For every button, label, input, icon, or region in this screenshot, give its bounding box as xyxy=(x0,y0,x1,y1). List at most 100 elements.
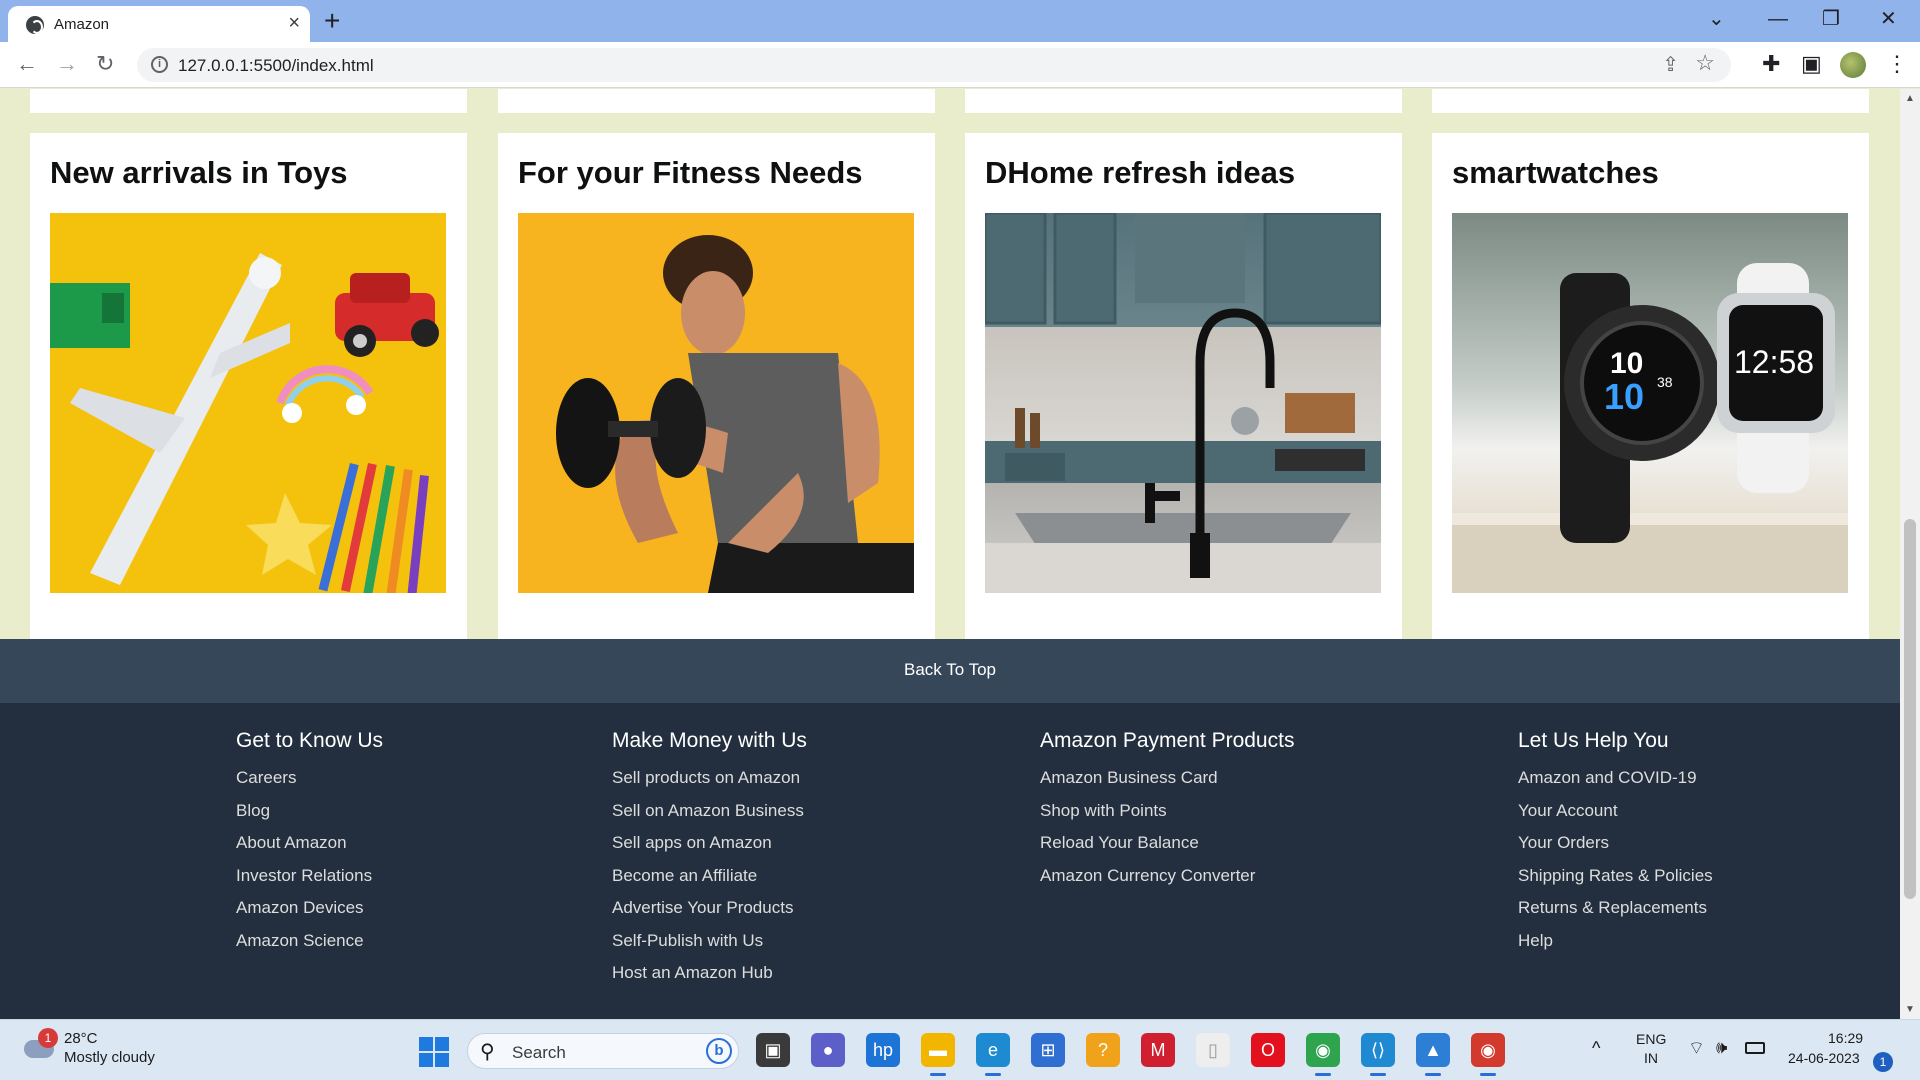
address-bar[interactable]: i 127.0.0.1:5500/index.html ⇪ ☆ xyxy=(137,48,1731,82)
taskbar-search-box[interactable]: ⚲ Search b xyxy=(467,1033,739,1069)
myhp-icon[interactable]: hp xyxy=(866,1033,900,1067)
previous-card-bottom xyxy=(30,89,467,113)
language-bottom[interactable]: IN xyxy=(1644,1050,1658,1066)
browser-menu-icon[interactable]: ⋮ xyxy=(1886,51,1908,77)
footer-column-payment-products: Amazon Payment Products Amazon Business … xyxy=(1040,729,1294,892)
footer-heading: Make Money with Us xyxy=(612,729,807,752)
browser-tab[interactable]: Amazon × xyxy=(8,6,310,42)
windows-start-icon[interactable] xyxy=(419,1037,449,1067)
product-card-toys[interactable]: New arrivals in Toys xyxy=(30,133,467,639)
card-title: For your Fitness Needs xyxy=(518,155,863,190)
opera-icon[interactable]: O xyxy=(1251,1033,1285,1067)
close-window-button[interactable]: ✕ xyxy=(1880,6,1897,32)
share-icon[interactable]: ⇪ xyxy=(1662,52,1679,77)
tab-title: Amazon xyxy=(54,16,110,33)
product-card-home[interactable]: DHome refresh ideas xyxy=(965,133,1402,639)
footer-link-your-account[interactable]: Your Account xyxy=(1518,795,1713,828)
site-info-icon[interactable]: i xyxy=(151,56,168,73)
toys-image[interactable] xyxy=(50,213,446,593)
footer-link-help[interactable]: Help xyxy=(1518,925,1713,958)
forward-arrow-icon[interactable]: → xyxy=(56,51,78,77)
weather-temperature: 28°C xyxy=(64,1030,98,1047)
new-tab-button[interactable]: + xyxy=(324,6,340,36)
footer-link-self-publish[interactable]: Self-Publish with Us xyxy=(612,925,807,958)
footer-link-investor-relations[interactable]: Investor Relations xyxy=(236,860,383,893)
footer-link-advertise[interactable]: Advertise Your Products xyxy=(612,892,807,925)
tab-close-button[interactable]: × xyxy=(288,12,300,34)
blank-file-icon[interactable]: ▯ xyxy=(1196,1033,1230,1067)
teams-icon[interactable]: ● xyxy=(811,1033,845,1067)
scroll-down-arrow-icon[interactable]: ▼ xyxy=(1905,1004,1915,1015)
footer-link-currency-converter[interactable]: Amazon Currency Converter xyxy=(1040,860,1294,893)
footer-link-amazon-devices[interactable]: Amazon Devices xyxy=(236,892,383,925)
footer-link-business-card[interactable]: Amazon Business Card xyxy=(1040,762,1294,795)
edge-icon[interactable]: e xyxy=(976,1033,1010,1076)
footer-link-about-amazon[interactable]: About Amazon xyxy=(236,827,383,860)
tab-search-chevron-icon[interactable]: ⌄ xyxy=(1708,6,1725,32)
footer-link-returns[interactable]: Returns & Replacements xyxy=(1518,892,1713,925)
battery-icon[interactable] xyxy=(1745,1042,1765,1054)
bookmark-star-icon[interactable]: ☆ xyxy=(1695,50,1715,76)
vscode-icon[interactable]: ⟨⟩ xyxy=(1361,1033,1395,1076)
url-text[interactable]: 127.0.0.1:5500/index.html xyxy=(178,56,374,76)
restore-button[interactable]: ❐ xyxy=(1822,6,1840,32)
chrome-icon[interactable]: ◉ xyxy=(1306,1033,1340,1076)
product-card-smartwatches[interactable]: smartwatches 10 10 38 12:58 xyxy=(1432,133,1869,639)
weather-widget[interactable]: 1 28°C Mostly cloudy xyxy=(20,1028,190,1072)
footer-link-sell-business[interactable]: Sell on Amazon Business xyxy=(612,795,807,828)
fitness-image[interactable] xyxy=(518,213,914,593)
store-icon[interactable]: ⊞ xyxy=(1031,1033,1065,1067)
home-image[interactable] xyxy=(985,213,1381,593)
scroll-up-arrow-icon[interactable]: ▲ xyxy=(1905,93,1915,104)
chrome-profile-icon[interactable]: ◉ xyxy=(1471,1033,1505,1076)
reload-icon[interactable]: ↻ xyxy=(96,51,114,77)
tray-chevron-icon[interactable]: ^ xyxy=(1592,1038,1600,1059)
footer-link-careers[interactable]: Careers xyxy=(236,762,383,795)
clock-date[interactable]: 24-06-2023 xyxy=(1788,1050,1860,1066)
notification-count-badge[interactable]: 1 xyxy=(1873,1052,1893,1072)
clock-time[interactable]: 16:29 xyxy=(1828,1030,1863,1046)
weather-description: Mostly cloudy xyxy=(64,1049,155,1066)
side-panel-icon[interactable]: ▣ xyxy=(1801,51,1822,77)
footer-link-shop-points[interactable]: Shop with Points xyxy=(1040,795,1294,828)
language-top[interactable]: ENG xyxy=(1636,1031,1666,1047)
volume-icon[interactable]: 🕪 xyxy=(1716,1037,1727,1058)
back-to-top-link[interactable]: Back To Top xyxy=(0,660,1900,680)
back-to-top-bar[interactable]: Back To Top xyxy=(0,639,1900,703)
footer-link-reload-balance[interactable]: Reload Your Balance xyxy=(1040,827,1294,860)
footer-link-sell-apps[interactable]: Sell apps on Amazon xyxy=(612,827,807,860)
task-view-icon[interactable]: ▣ xyxy=(756,1033,790,1067)
bing-icon[interactable]: b xyxy=(706,1038,732,1064)
footer-link-affiliate[interactable]: Become an Affiliate xyxy=(612,860,807,893)
footer-link-covid[interactable]: Amazon and COVID-19 xyxy=(1518,762,1713,795)
footer-link-sell-products[interactable]: Sell products on Amazon xyxy=(612,762,807,795)
extensions-icon[interactable]: ✚ xyxy=(1762,51,1780,77)
wifi-icon[interactable]: ⌔ xyxy=(1688,1037,1705,1060)
mcafee-icon[interactable]: M xyxy=(1141,1033,1175,1067)
browser-tab-bar: Amazon × + ⌄ — ❐ ✕ xyxy=(0,0,1920,42)
file-explorer-icon[interactable]: ▬ xyxy=(921,1033,955,1076)
footer-link-your-orders[interactable]: Your Orders xyxy=(1518,827,1713,860)
back-arrow-icon[interactable]: ← xyxy=(16,51,38,77)
weather-badge: 1 xyxy=(38,1028,58,1048)
photos-icon[interactable]: ▲ xyxy=(1416,1033,1450,1076)
page-scrollbar[interactable]: ▲ ▼ xyxy=(1900,89,1920,1019)
left-watch-minute: 10 xyxy=(1604,376,1644,417)
profile-avatar[interactable] xyxy=(1840,52,1866,78)
footer-link-blog[interactable]: Blog xyxy=(236,795,383,828)
previous-card-bottom xyxy=(965,89,1402,113)
left-watch-seconds: 38 xyxy=(1657,374,1673,390)
smartwatch-image[interactable]: 10 10 38 12:58 xyxy=(1452,213,1848,593)
search-icon: ⚲ xyxy=(480,1041,495,1063)
scrollbar-thumb[interactable] xyxy=(1904,519,1916,899)
minimize-button[interactable]: — xyxy=(1768,6,1788,32)
tips-icon[interactable]: ? xyxy=(1086,1033,1120,1067)
footer-column-make-money: Make Money with Us Sell products on Amaz… xyxy=(612,729,807,990)
footer-link-amazon-science[interactable]: Amazon Science xyxy=(236,925,383,958)
footer-link-shipping[interactable]: Shipping Rates & Policies xyxy=(1518,860,1713,893)
footer-link-amazon-hub[interactable]: Host an Amazon Hub xyxy=(612,957,807,990)
previous-card-bottom xyxy=(498,89,935,113)
footer-column-help: Let Us Help You Amazon and COVID-19 Your… xyxy=(1518,729,1713,957)
product-card-fitness[interactable]: For your Fitness Needs xyxy=(498,133,935,639)
card-title: New arrivals in Toys xyxy=(50,155,348,190)
